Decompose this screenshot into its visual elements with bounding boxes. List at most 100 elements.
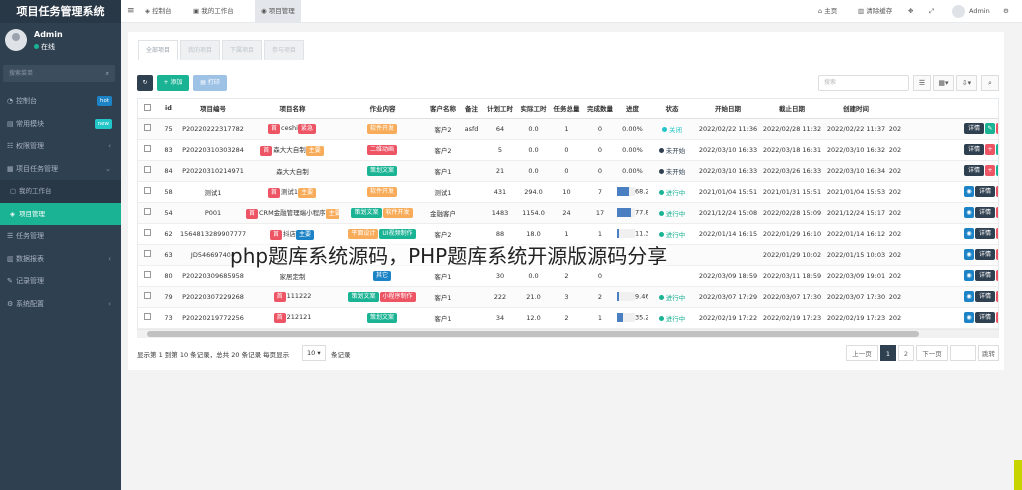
columns-icon[interactable]: ▦▾ (933, 75, 954, 91)
add-task-icon[interactable]: + (996, 312, 998, 323)
select-all-checkbox[interactable] (144, 103, 151, 111)
view-icon[interactable]: ◉ (964, 249, 974, 260)
sidebar-item[interactable]: ☷ 权限管理 ‹ (0, 135, 121, 158)
table-row[interactable]: 79 P20220307229268 首 111222 策划文案 小程序制作 客户1 222 2… (138, 286, 998, 308)
search-toggle-icon[interactable]: ⌕ (981, 75, 999, 91)
edit-icon[interactable]: ✎ (996, 144, 998, 155)
detail-button[interactable]: 详情 (975, 249, 995, 260)
sidebar-item[interactable]: ▢ 我的工作台 (0, 180, 121, 203)
table-row[interactable]: 84 P20220310214971 森大大自制 策划文案 客户1 21 0.0 0 0 0.00… (138, 160, 998, 182)
column-header[interactable]: 项目编号 (180, 99, 246, 119)
edit-icon[interactable]: ✎ (985, 123, 995, 134)
print-button[interactable]: ▤ 打印 (193, 75, 227, 91)
add-task-icon[interactable]: + (996, 207, 998, 218)
sidebar-item[interactable]: ▦ 项目任务管理 ⌄ (0, 158, 121, 181)
row-checkbox[interactable] (144, 124, 151, 131)
page-jump-input[interactable] (950, 345, 976, 361)
sidebar-item[interactable]: ▥ 数据报表 ‹ (0, 248, 121, 271)
view-icon[interactable]: ◉ (964, 207, 974, 218)
column-header[interactable]: 任务总量 (550, 99, 583, 119)
column-header[interactable]: 进度 (617, 99, 648, 119)
page-jump-button[interactable]: 跳转 (978, 345, 999, 361)
column-header[interactable]: 截止日期 (760, 99, 824, 119)
sidebar-item[interactable]: ▤ 常用模块 new (0, 113, 121, 136)
view-icon[interactable]: ◉ (964, 186, 974, 197)
table-search-input[interactable]: 搜索 (818, 75, 909, 91)
sidebar-item[interactable]: ✎ 记录管理 (0, 270, 121, 293)
column-header[interactable]: 项目名称 (246, 99, 339, 119)
view-icon[interactable]: ◉ (964, 270, 974, 281)
menu-toggle-icon[interactable]: ≡ (127, 0, 135, 23)
row-checkbox[interactable] (144, 187, 151, 194)
row-checkbox[interactable] (144, 208, 151, 215)
user-menu[interactable]: Admin (952, 0, 990, 23)
home-link[interactable]: ⌂ 主页 (818, 0, 837, 23)
detail-button[interactable]: 详情 (975, 270, 995, 281)
add-task-icon[interactable]: + (996, 186, 998, 197)
tab-project-filter[interactable]: 我的项目 (180, 40, 221, 60)
detail-button[interactable]: 详情 (964, 123, 984, 134)
add-task-icon[interactable]: + (985, 144, 995, 155)
sidebar-search-input[interactable]: 搜索菜单 ⌕ (3, 65, 115, 82)
column-header[interactable]: 操作 (964, 99, 998, 119)
column-header[interactable]: 开始日期 (696, 99, 760, 119)
row-checkbox[interactable] (144, 292, 151, 299)
column-header[interactable]: 备注 (460, 99, 483, 119)
settings-gear-icon[interactable]: ⚙ (1003, 0, 1009, 23)
add-button[interactable]: + 添加 (157, 75, 189, 91)
toggle-view-icon[interactable]: ☰ (913, 75, 931, 91)
view-icon[interactable]: ◉ (964, 312, 974, 323)
horizontal-scrollbar[interactable] (137, 330, 999, 338)
detail-button[interactable]: 详情 (975, 291, 995, 302)
column-header[interactable]: 计划工时 (483, 99, 517, 119)
table-row[interactable]: 58测试1首测试1主要软件开发测试1431294.010768.21%进行中20… (138, 181, 998, 203)
refresh-button[interactable]: ↻ (137, 75, 153, 91)
sidebar-item[interactable]: ⚙ 系统配置 ‹ (0, 293, 121, 316)
column-header[interactable]: 客户名称 (426, 99, 460, 119)
tab-project-filter[interactable]: 全部项目 (138, 40, 179, 60)
row-checkbox[interactable] (144, 166, 151, 173)
detail-button[interactable]: 详情 (975, 207, 995, 218)
column-header[interactable]: 状态 (648, 99, 696, 119)
column-header[interactable]: 创建时间 (824, 99, 888, 119)
sidebar-item[interactable]: ◔ 控制台 hot (0, 90, 121, 113)
column-header[interactable]: 作业内容 (339, 99, 426, 119)
add-task-icon[interactable]: + (996, 228, 998, 239)
table-row[interactable]: 73 P20220219772256 首 212121 策划文案 客户1 34 12.0 2 1 3… (138, 307, 998, 329)
row-checkbox[interactable] (144, 229, 151, 236)
sidebar-item[interactable]: ☰ 任务管理 (0, 225, 121, 248)
page-size-select[interactable]: 10 ▾ (302, 345, 326, 361)
page-1-button[interactable]: 1 (880, 345, 896, 361)
add-task-icon[interactable]: + (996, 249, 998, 260)
detail-button[interactable]: 详情 (975, 228, 995, 239)
delete-icon[interactable]: ✕ (996, 123, 998, 134)
avatar[interactable] (5, 29, 27, 51)
row-checkbox[interactable] (144, 250, 151, 257)
row-checkbox[interactable] (144, 271, 151, 278)
next-page-button[interactable]: 下一页 (916, 345, 948, 361)
scrollbar-thumb[interactable] (147, 331, 919, 337)
detail-button[interactable]: 详情 (975, 312, 995, 323)
view-icon[interactable]: ◉ (964, 291, 974, 302)
column-header[interactable]: 实际工时 (517, 99, 550, 119)
edit-icon[interactable]: ✎ (996, 165, 998, 176)
fullscreen-icon[interactable]: ⤢ (929, 0, 934, 23)
page-2-button[interactable]: 2 (898, 345, 914, 361)
detail-button[interactable]: 详情 (964, 144, 984, 155)
table-row[interactable]: 75 P20220222317782 首 ceshi 紧急 软件开发 客户2 asfd 64 0.… (138, 118, 998, 140)
clear-cache-button[interactable]: ▥ 清除缓存 (858, 0, 892, 23)
detail-button[interactable]: 详情 (975, 186, 995, 197)
export-icon[interactable]: ⇩▾ (956, 75, 977, 91)
row-checkbox[interactable] (144, 145, 151, 152)
add-task-icon[interactable]: + (996, 270, 998, 281)
nav-tab-workbench[interactable]: ▣ 我的工作台 (193, 0, 234, 23)
view-icon[interactable]: ◉ (964, 228, 974, 239)
table-row[interactable]: 83 P20220310303284 首森大大自制 主要 二维动画 客户2 5 0.0 0 0 0.… (138, 139, 998, 161)
row-checkbox[interactable] (144, 313, 151, 320)
nav-tab-project[interactable]: ◉ 项目管理 (255, 0, 301, 23)
column-header[interactable]: id (157, 99, 180, 119)
prev-page-button[interactable]: 上一页 (846, 345, 878, 361)
tab-project-filter[interactable]: 下属项目 (222, 40, 263, 60)
expand-icon[interactable]: ✥ (908, 0, 913, 23)
detail-button[interactable]: 详情 (964, 165, 984, 176)
